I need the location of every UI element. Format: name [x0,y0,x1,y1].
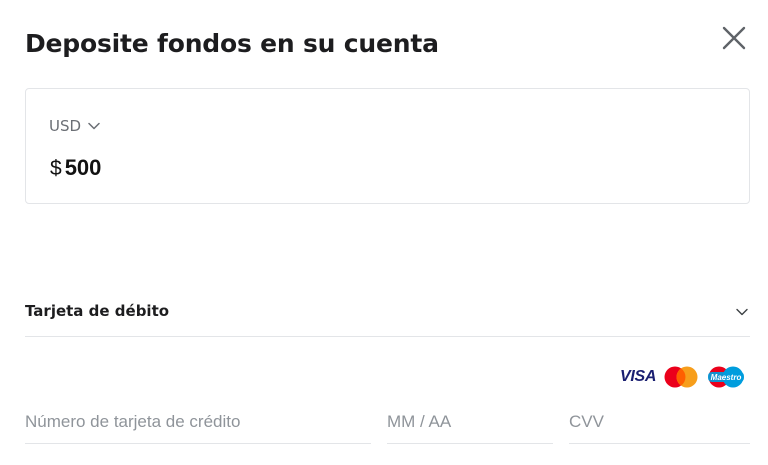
deposit-dialog: Deposite fondos en su cuenta USD $ 500 T… [0,0,768,465]
mastercard-logo [664,366,698,388]
chevron-down-icon [736,308,748,315]
dialog-title: Deposite fondos en su cuenta [25,29,439,58]
currency-symbol: $ [50,157,62,180]
expiry-input[interactable] [387,408,553,443]
amount-card: USD $ 500 [25,88,750,204]
amount-value: 500 [64,155,102,180]
card-number-input[interactable] [25,408,371,443]
currency-dropdown[interactable]: USD [49,117,100,135]
visa-logo: VISA [620,368,657,385]
amount-input[interactable]: $ 500 [50,155,101,181]
payment-method-label: Tarjeta de débito [25,301,170,320]
close-button[interactable] [718,22,750,54]
expiry-field[interactable] [387,408,553,444]
card-number-field[interactable] [25,408,371,444]
card-brand-logos: VISA Maestro [620,366,746,388]
maestro-logo: Maestro [708,366,745,388]
close-icon [722,26,746,50]
currency-code: USD [49,117,82,135]
payment-method-selector[interactable]: Tarjeta de débito [25,289,750,337]
maestro-logo-text: Maestro [711,373,742,382]
cvv-field[interactable] [569,408,750,444]
cvv-input[interactable] [569,408,750,443]
chevron-down-icon [88,122,100,130]
